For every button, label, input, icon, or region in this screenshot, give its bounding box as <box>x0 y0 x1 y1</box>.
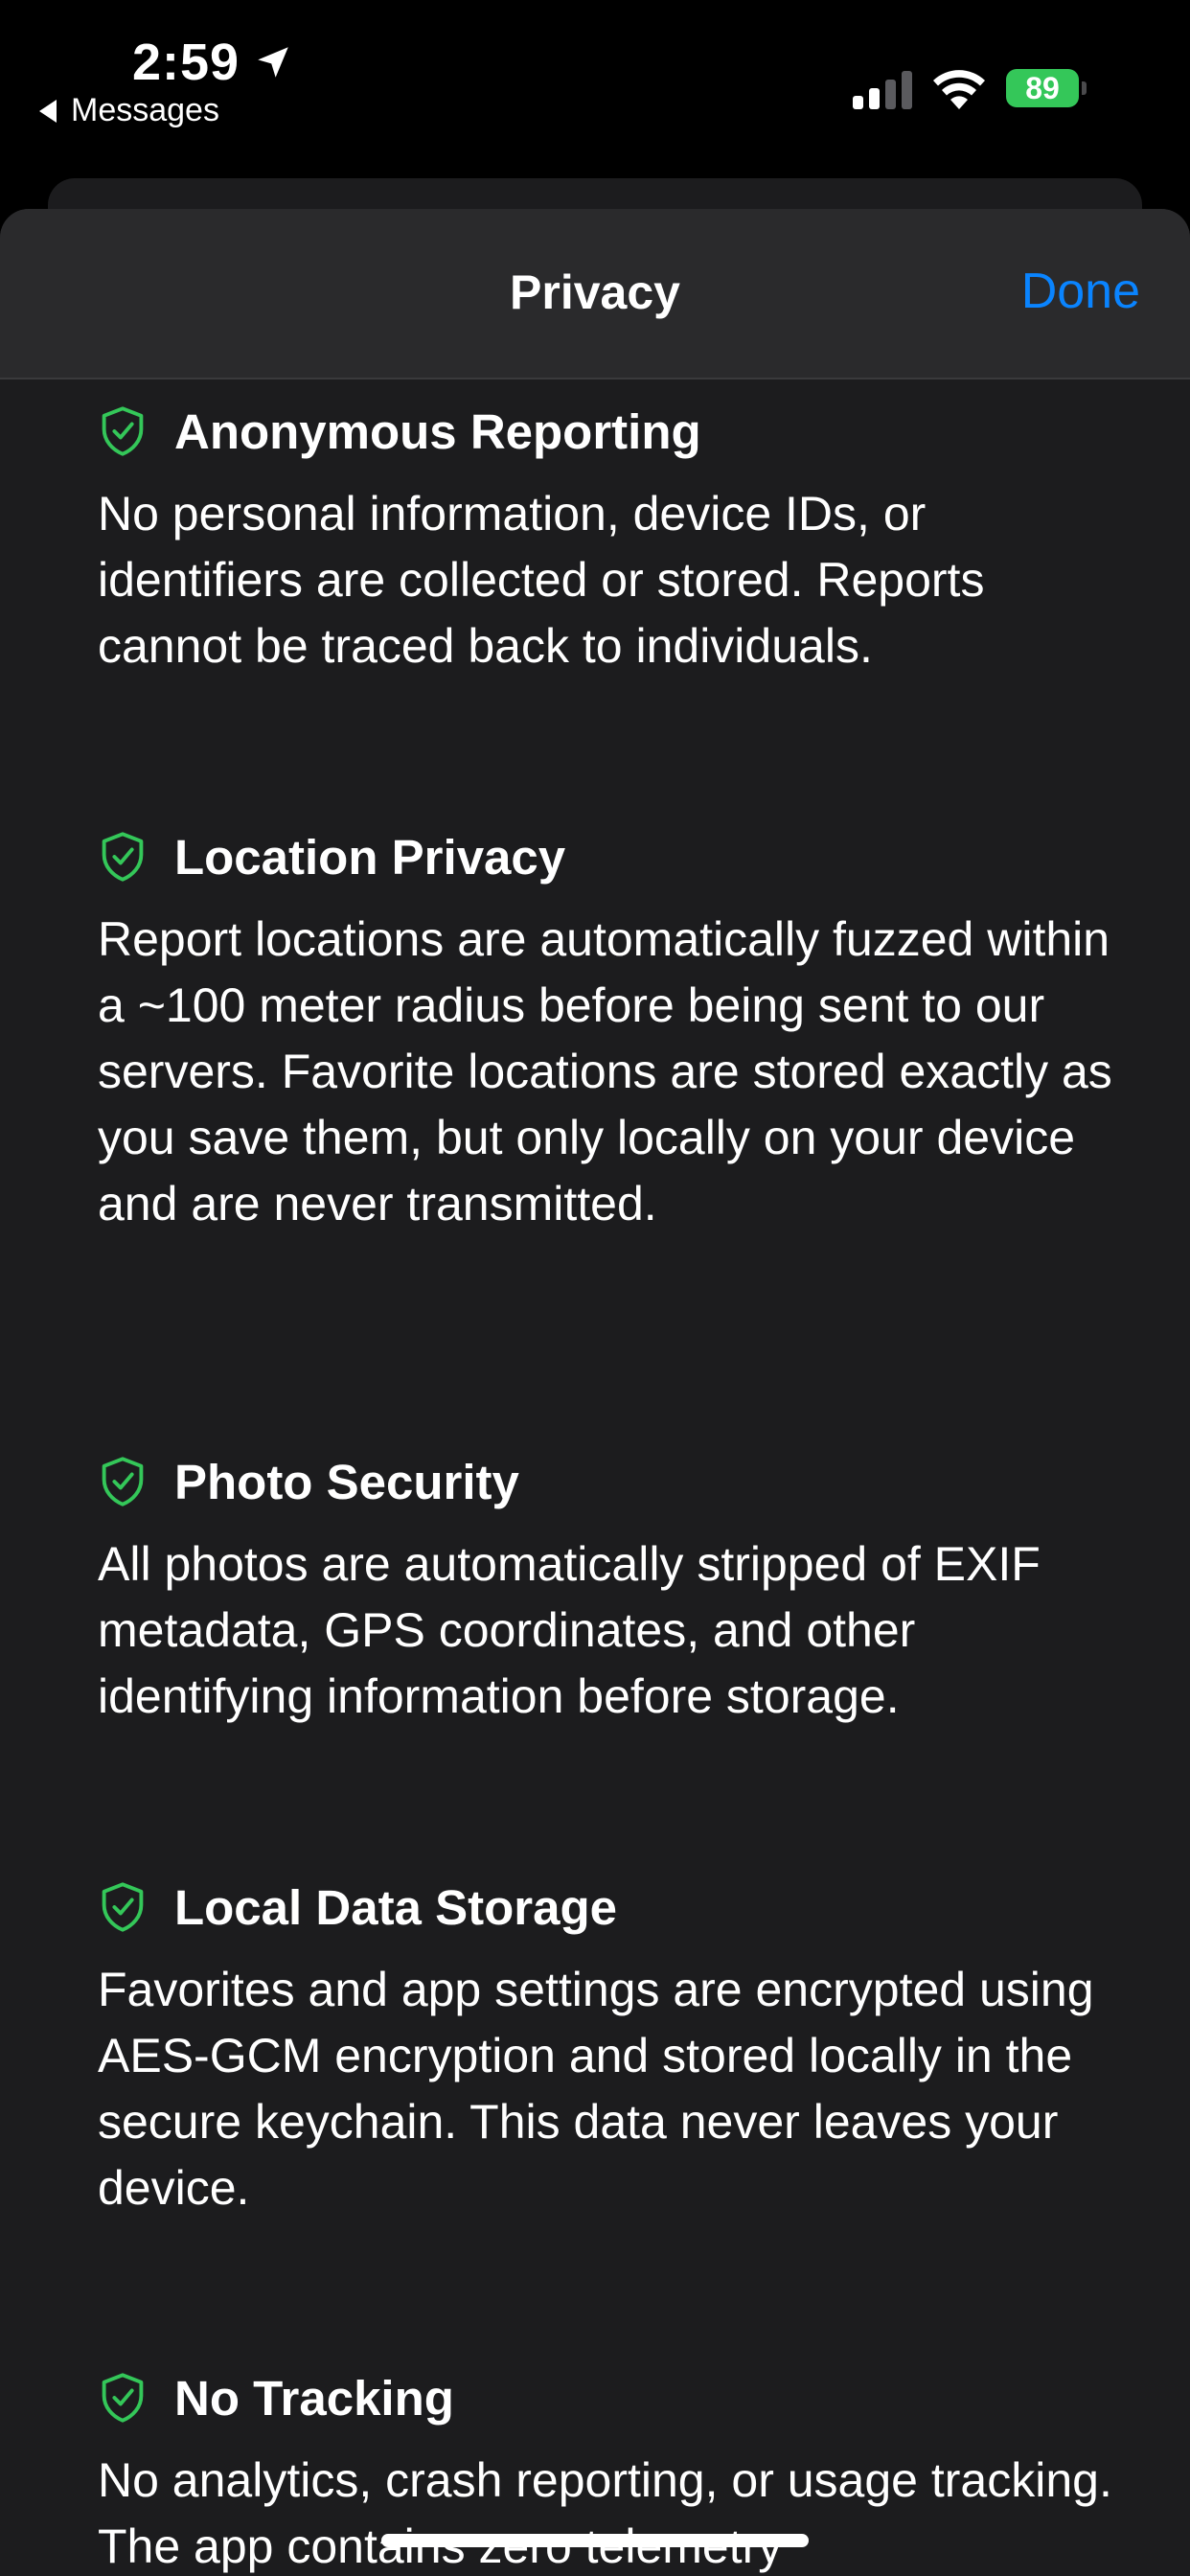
section-description: No analytics, crash reporting, or usage … <box>98 2453 1112 2573</box>
section-header: Photo Security <box>98 1453 1142 1510</box>
shield-check-icon <box>102 1457 144 1506</box>
status-bar: 2:59 Messages 89 <box>0 0 1190 172</box>
section-header: Local Data Storage <box>98 1878 1142 1936</box>
shield-check-icon <box>102 406 144 456</box>
shield-check-icon <box>102 1882 144 1932</box>
section-title: Location Privacy <box>174 829 566 885</box>
section-local-data-storage: Local Data Storage Favorites and app set… <box>98 1878 1142 2221</box>
nav-bar: Privacy Done <box>0 209 1190 380</box>
back-to-app[interactable]: Messages <box>38 92 219 129</box>
section-description: Favorites and app settings are encrypted… <box>98 1963 1094 2215</box>
section-title: Anonymous Reporting <box>174 403 701 459</box>
section-description: Report locations are automatically fuzze… <box>98 912 1112 1230</box>
shield-check-icon <box>102 832 144 882</box>
section-header: Anonymous Reporting <box>98 402 1142 460</box>
shield-check-icon <box>102 2373 144 2423</box>
section-title: Local Data Storage <box>174 1879 617 1935</box>
section-title: Photo Security <box>174 1454 519 1509</box>
done-button[interactable]: Done <box>1021 263 1140 320</box>
status-time: 2:59 <box>132 34 240 91</box>
home-indicator[interactable] <box>381 2534 809 2547</box>
back-triangle-icon <box>39 99 57 123</box>
battery-level: 89 <box>1006 69 1079 107</box>
page-title: Privacy <box>510 265 680 319</box>
battery-percent: 89 <box>1025 71 1060 105</box>
battery-indicator: 89 <box>1006 67 1087 109</box>
location-arrow-icon <box>258 47 288 78</box>
battery-cap <box>1082 81 1087 95</box>
cellular-signal-icon <box>853 71 912 109</box>
back-label: Messages <box>71 92 219 128</box>
section-description: All photos are automatically stripped of… <box>98 1537 1041 1723</box>
section-description: No personal information, device IDs, or … <box>98 487 985 673</box>
clock-group: 2:59 <box>132 33 293 92</box>
section-anonymous-reporting: Anonymous Reporting No personal informat… <box>98 402 1142 679</box>
section-title: No Tracking <box>174 2370 454 2426</box>
section-photo-security: Photo Security All photos are automatica… <box>98 1453 1142 1730</box>
section-header: No Tracking <box>98 2369 1142 2426</box>
wifi-icon <box>933 70 985 109</box>
section-location-privacy: Location Privacy Report locations are au… <box>98 828 1142 1237</box>
privacy-sheet: Privacy Done Anonymous Reporting No pers… <box>0 209 1190 2576</box>
section-header: Location Privacy <box>98 828 1142 886</box>
